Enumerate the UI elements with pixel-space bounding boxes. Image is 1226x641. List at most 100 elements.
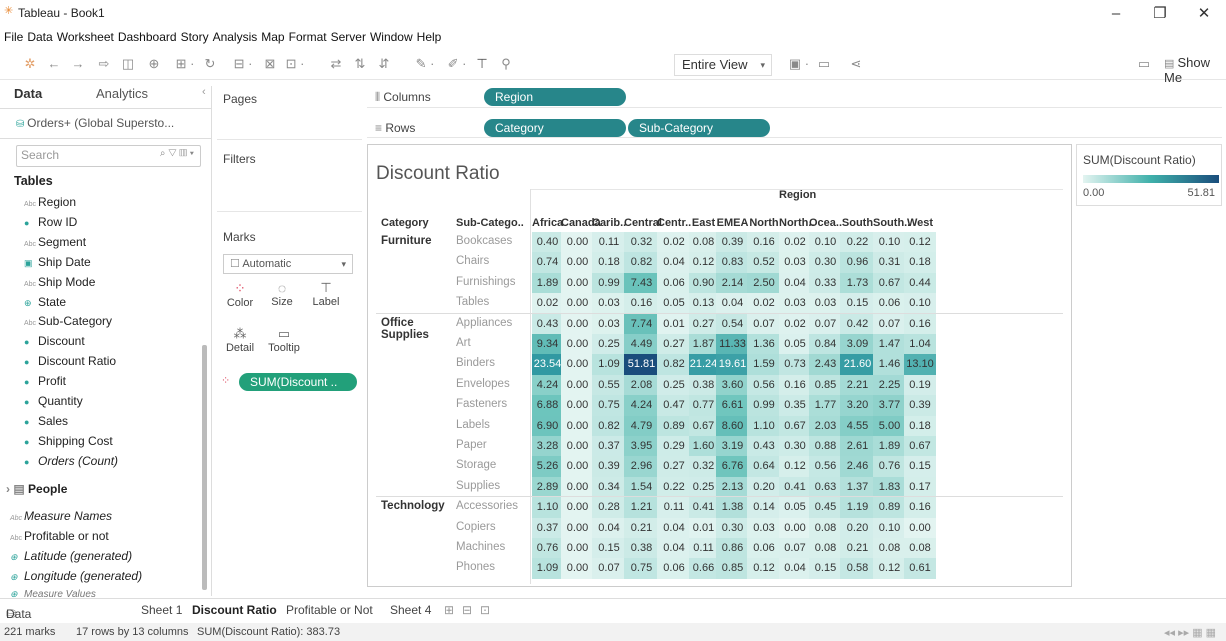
heatmap-cell[interactable]: 0.03	[747, 517, 781, 539]
heatmap-cell[interactable]: 3.19	[716, 436, 749, 457]
field-shipping-cost[interactable]: ● Shipping Cost	[24, 434, 113, 448]
minimize-icon[interactable]: –	[1096, 3, 1136, 25]
heatmap-cell[interactable]: 0.30	[779, 436, 811, 457]
heatmap-cell[interactable]: 19.61	[716, 354, 749, 376]
new-dashboard-tab-icon[interactable]: ⊟	[462, 603, 472, 617]
datasource-item[interactable]: ⛁ Orders+ (Global Supersto...	[16, 116, 174, 130]
heatmap-cell[interactable]: 0.54	[716, 313, 749, 335]
heatmap-cell[interactable]: 0.00	[561, 395, 594, 417]
heatmap-cell[interactable]: 0.11	[657, 497, 691, 519]
share-icon[interactable]: ⋖	[848, 54, 864, 74]
heatmap-cell[interactable]: 1.37	[840, 476, 875, 498]
presentation-icon[interactable]: ▭	[816, 54, 832, 74]
heatmap-cell[interactable]: 0.07	[779, 538, 811, 559]
folder-people[interactable]: › ▤ People	[6, 482, 67, 496]
heatmap-cell[interactable]: 0.14	[747, 497, 781, 519]
heatmap-cell[interactable]: 6.88	[532, 395, 563, 417]
heatmap-cell[interactable]: 0.25	[592, 334, 626, 355]
undo-icon[interactable]: ←	[46, 54, 62, 74]
heatmap-cell[interactable]: 4.24	[624, 395, 659, 417]
heatmap-cell[interactable]: 0.02	[779, 313, 811, 335]
heatmap-cell[interactable]: 0.35	[779, 395, 811, 417]
show-me-button[interactable]: ▤ Show Me	[1164, 55, 1226, 85]
heatmap-cell[interactable]: 0.86	[716, 538, 749, 559]
heatmap-cell[interactable]: 0.15	[809, 558, 842, 580]
sub-category-header-cell[interactable]: Art	[456, 337, 471, 349]
heatmap-cell[interactable]: 7.43	[624, 272, 659, 294]
tab-sheet-1[interactable]: Sheet 1	[141, 603, 182, 617]
heatmap-cell[interactable]: 6.76	[716, 456, 749, 478]
heatmap-cell[interactable]: 0.02	[747, 293, 781, 315]
heatmap-cell[interactable]: 0.20	[840, 517, 875, 539]
color-legend[interactable]: SUM(Discount Ratio) 0.00 51.81	[1076, 144, 1222, 206]
heatmap-cell[interactable]: 0.32	[689, 456, 718, 478]
redo-icon[interactable]: →	[70, 54, 86, 74]
group-icon[interactable]: ✐ ·	[442, 54, 472, 74]
heatmap-cell[interactable]: 0.03	[779, 252, 811, 274]
heatmap-cell[interactable]: 0.07	[592, 558, 626, 580]
new-datasource-icon[interactable]: ⊕	[146, 54, 162, 74]
menu-story[interactable]: Story	[181, 27, 209, 47]
heatmap-cell[interactable]: 0.45	[809, 497, 842, 519]
heatmap-cell[interactable]: 0.00	[561, 293, 594, 315]
heatmap-cell[interactable]: 0.04	[657, 252, 691, 274]
heatmap-cell[interactable]: 5.00	[873, 415, 906, 437]
heatmap-cell[interactable]: 0.39	[904, 395, 936, 417]
highlight-icon[interactable]: ✎ ·	[410, 54, 440, 74]
field-ship-mode[interactable]: Abc Ship Mode	[24, 275, 95, 289]
heatmap-cell[interactable]: 0.12	[779, 456, 811, 478]
sub-category-header-cell[interactable]: Phones	[456, 561, 495, 573]
heatmap-cell[interactable]: 0.55	[592, 374, 626, 396]
heatmap-cell[interactable]: 2.50	[747, 272, 781, 294]
heatmap-cell[interactable]: 0.15	[904, 456, 936, 478]
heatmap-cell[interactable]: 0.08	[873, 538, 906, 559]
swap-axes-icon[interactable]: ⇄	[328, 54, 344, 74]
heatmap-cell[interactable]: 0.12	[904, 232, 936, 253]
heatmap-cell[interactable]: 0.74	[532, 252, 563, 274]
region-column-header[interactable]: EMEA	[716, 217, 749, 229]
sort-asc-icon[interactable]: ⇅	[352, 54, 368, 74]
heatmap-cell[interactable]: 0.04	[657, 538, 691, 559]
heatmap-cell[interactable]: 0.52	[747, 252, 781, 274]
size-button[interactable]: ◌ Size	[263, 280, 301, 318]
heatmap-cell[interactable]: 0.76	[532, 538, 563, 559]
heatmap-cell[interactable]: 1.54	[624, 476, 659, 498]
heatmap-cell[interactable]: 2.21	[840, 374, 875, 396]
heatmap-cell[interactable]: 0.27	[689, 313, 718, 335]
field-state[interactable]: ⊕ State	[24, 295, 66, 309]
field-region[interactable]: Abc Region	[24, 195, 76, 209]
heatmap-cell[interactable]: 3.60	[716, 374, 749, 396]
heatmap-cell[interactable]: 0.04	[779, 558, 811, 580]
sub-category-header-cell[interactable]: Storage	[456, 459, 496, 471]
refresh-icon[interactable]: ↻	[202, 54, 218, 74]
heatmap-cell[interactable]: 0.00	[561, 436, 594, 457]
heatmap-cell[interactable]: 0.85	[716, 558, 749, 580]
heatmap-cell[interactable]: 0.34	[592, 476, 626, 498]
heatmap-cell[interactable]: 2.08	[624, 374, 659, 396]
category-header-cell[interactable]: Furniture	[381, 235, 431, 247]
heatmap-cell[interactable]: 0.63	[809, 476, 842, 498]
tooltip-button[interactable]: ▭ Tooltip	[263, 326, 305, 364]
heatmap-cell[interactable]: 0.01	[657, 313, 691, 335]
field-profitable-or-not[interactable]: Abc Profitable or not	[10, 529, 109, 543]
heatmap-cell[interactable]: 0.04	[657, 517, 691, 539]
heatmap-cell[interactable]: 21.60	[840, 354, 875, 376]
heatmap-cell[interactable]: 4.49	[624, 334, 659, 355]
heatmap-cell[interactable]: 0.04	[779, 272, 811, 294]
sub-category-header-cell[interactable]: Appliances	[456, 317, 512, 329]
show-labels-icon[interactable]: ⊤	[474, 54, 490, 74]
heatmap-cell[interactable]: 0.06	[657, 272, 691, 294]
field-latitude-generated[interactable]: ⊕ Latitude (generated)	[10, 549, 132, 563]
search-icon[interactable]: ⌕ ▽ ▥ ▾	[160, 148, 194, 159]
heatmap-cell[interactable]: 4.79	[624, 415, 659, 437]
sub-category-header-cell[interactable]: Labels	[456, 419, 490, 431]
heatmap-cell[interactable]: 3.95	[624, 436, 659, 457]
heatmap-cell[interactable]: 5.26	[532, 456, 563, 478]
tableau-home-icon[interactable]: ✲	[22, 54, 38, 74]
heatmap-cell[interactable]: 0.02	[532, 293, 563, 315]
heatmap-cell[interactable]: 0.76	[873, 456, 906, 478]
sub-category-header-cell[interactable]: Accessories	[456, 500, 518, 512]
heatmap-cell[interactable]: 0.00	[561, 456, 594, 478]
heatmap-cell[interactable]: 0.99	[592, 272, 626, 294]
heatmap-cell[interactable]: 0.00	[561, 252, 594, 274]
